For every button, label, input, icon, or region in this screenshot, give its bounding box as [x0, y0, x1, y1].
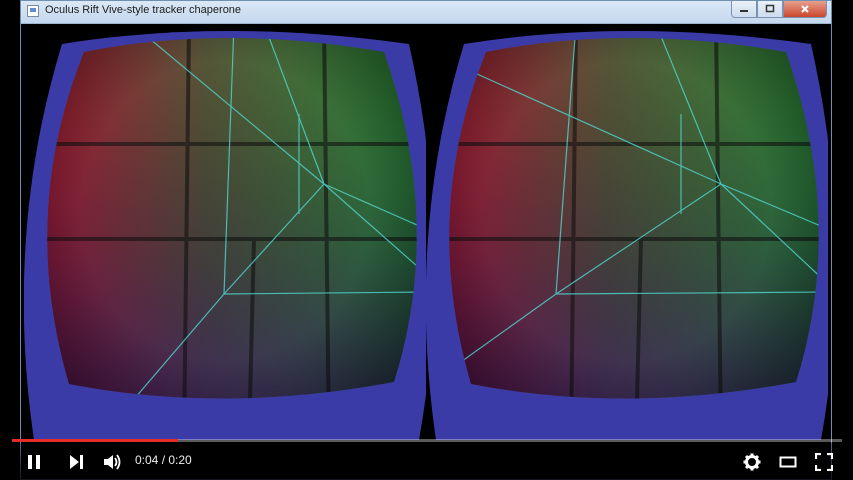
- minimize-icon: [740, 10, 748, 12]
- theater-mode-button[interactable]: [776, 451, 800, 473]
- volume-button[interactable]: [100, 451, 124, 473]
- gear-icon: [743, 453, 761, 471]
- pause-button[interactable]: [22, 451, 46, 473]
- theater-icon: [779, 456, 797, 468]
- settings-button[interactable]: [740, 451, 764, 473]
- volume-icon: [104, 454, 121, 470]
- next-icon: [70, 455, 83, 469]
- fullscreen-icon: [815, 453, 833, 471]
- time-display: 0:04 / 0:20: [135, 453, 192, 467]
- window-controls: [731, 1, 827, 18]
- left-eye-view: [24, 24, 426, 440]
- minimize-button[interactable]: [731, 1, 757, 18]
- app-icon: [27, 5, 39, 17]
- close-icon: [801, 5, 809, 13]
- maximize-button[interactable]: [757, 1, 783, 18]
- title-bar[interactable]: Oculus Rift Vive-style tracker chaperone: [21, 1, 831, 24]
- screen: Oculus Rift Vive-style tracker chaperone: [0, 0, 853, 480]
- chaperone-scene: [47, 38, 417, 399]
- progress-bar[interactable]: [12, 439, 842, 442]
- progress-played: [12, 439, 178, 442]
- fullscreen-button[interactable]: [812, 451, 836, 473]
- maximize-icon: [765, 4, 775, 13]
- close-button[interactable]: [783, 1, 827, 18]
- window-title: Oculus Rift Vive-style tracker chaperone: [45, 4, 242, 16]
- app-window: Oculus Rift Vive-style tracker chaperone: [20, 0, 832, 480]
- chaperone-scene: [449, 38, 819, 399]
- vr-viewport[interactable]: [24, 24, 828, 440]
- next-button[interactable]: [64, 451, 88, 473]
- player-controls: 0:04 / 0:20: [0, 443, 853, 480]
- pause-icon: [28, 455, 40, 469]
- right-eye-view: [426, 24, 828, 440]
